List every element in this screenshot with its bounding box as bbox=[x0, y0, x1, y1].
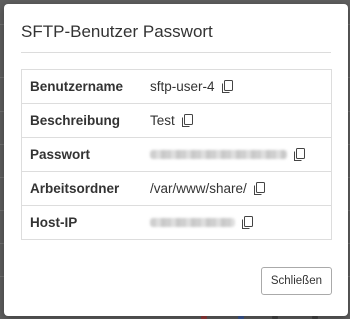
table-row: Arbeitsordner /var/www/share/ bbox=[21, 171, 332, 206]
copy-icon[interactable] bbox=[253, 181, 266, 196]
row-label: Passwort bbox=[21, 137, 148, 172]
row-label: Host-IP bbox=[21, 205, 148, 240]
table-row: Passwort bbox=[21, 137, 332, 172]
row-label: Arbeitsordner bbox=[21, 171, 148, 206]
row-label: Benutzername bbox=[30, 79, 124, 94]
row-label: Beschreibung bbox=[21, 103, 148, 138]
copy-icon[interactable] bbox=[293, 147, 306, 162]
copy-icon[interactable] bbox=[221, 79, 234, 94]
table-row: Beschreibung Test bbox=[21, 103, 332, 138]
row-value-cell: sftp-user-4 bbox=[148, 70, 332, 104]
row-value: Test bbox=[150, 113, 175, 128]
table-row: Host-IP bbox=[21, 205, 332, 240]
password-dialog: SFTP-Benutzer Passwort Benutzername sftp… bbox=[4, 4, 348, 316]
dialog-title: SFTP-Benutzer Passwort bbox=[21, 22, 213, 41]
row-value: sftp-user-4 bbox=[150, 79, 215, 94]
row-value-cell: /var/www/share/ bbox=[148, 171, 332, 206]
credentials-table: Benutzername sftp-user-4 Beschreibung Te… bbox=[21, 69, 332, 240]
row-value-cell: Test bbox=[148, 103, 332, 138]
row-value: /var/www/share/ bbox=[150, 181, 247, 196]
copy-icon[interactable] bbox=[181, 113, 194, 128]
close-button[interactable]: Schließen bbox=[260, 267, 332, 295]
dialog-header: SFTP-Benutzer Passwort bbox=[21, 4, 331, 53]
table-row: Benutzername sftp-user-4 bbox=[22, 70, 332, 104]
row-value-cell bbox=[148, 205, 332, 240]
copy-icon[interactable] bbox=[241, 215, 254, 230]
redacted-value bbox=[150, 150, 287, 159]
redacted-value bbox=[150, 218, 235, 227]
row-value-cell bbox=[148, 137, 332, 172]
